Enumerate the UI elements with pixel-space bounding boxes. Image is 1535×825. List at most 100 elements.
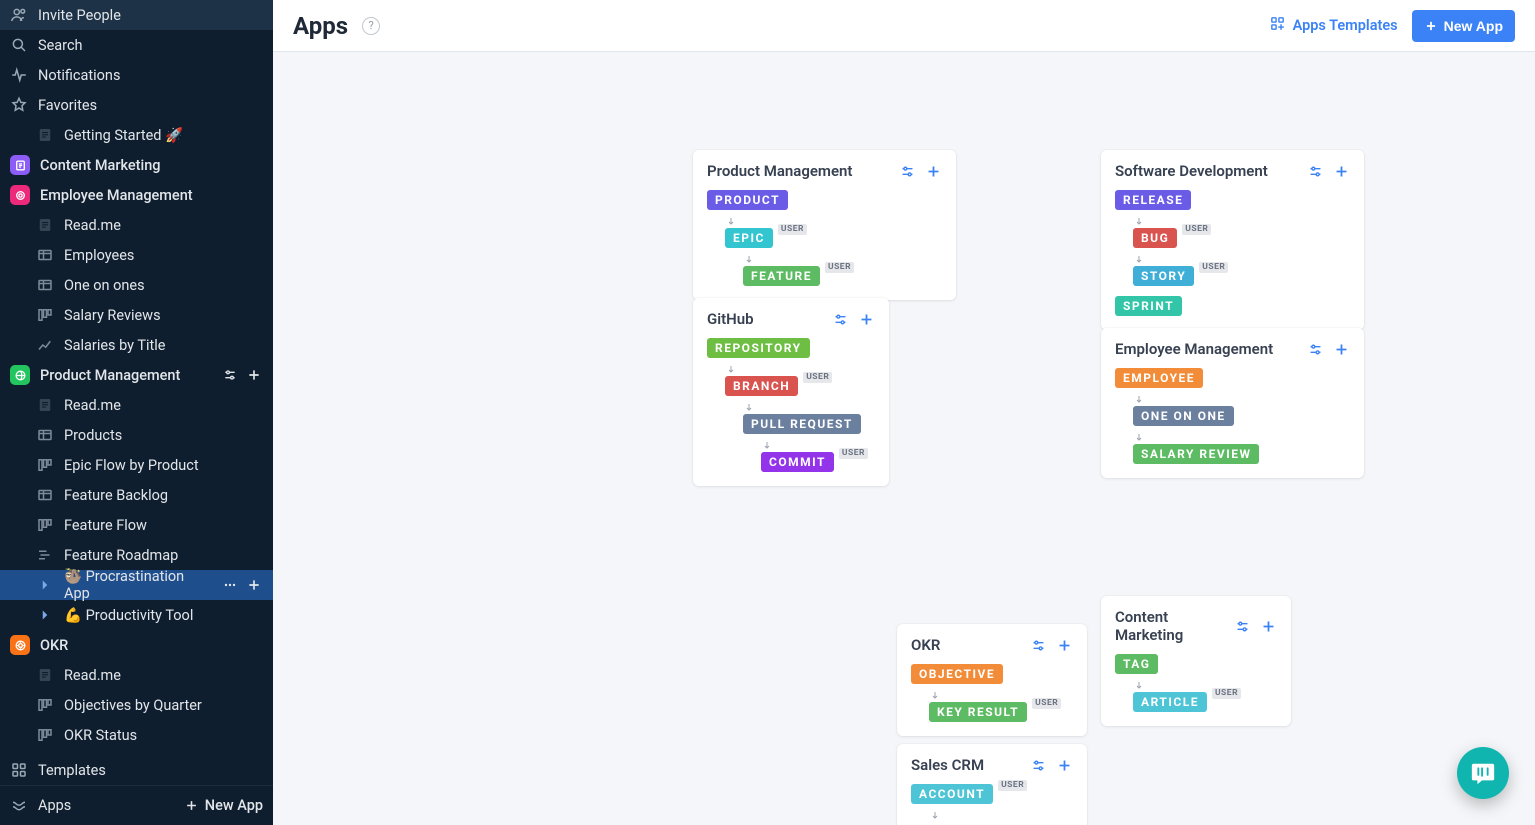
card-github[interactable]: GitHub REPOSITORY BRANCHUSER PULL REQUES… [693, 298, 889, 486]
settings-icon[interactable] [898, 162, 916, 180]
sidebar-content-marketing[interactable]: Content Marketing [0, 150, 273, 180]
tag: ACCOUNT [911, 784, 993, 804]
sidebar-pm-products[interactable]: Products [0, 420, 273, 450]
new-app-button[interactable]: New App [1412, 10, 1515, 42]
sidebar-product-management[interactable]: Product Management [0, 360, 273, 390]
add-icon[interactable] [1332, 162, 1350, 180]
tag: EPIC [725, 228, 773, 248]
settings-icon[interactable] [1306, 162, 1324, 180]
settings-icon[interactable] [221, 366, 239, 384]
card-title: Product Management [707, 162, 852, 180]
sidebar-favorites[interactable]: Favorites [0, 90, 273, 120]
label: Feature Roadmap [64, 547, 178, 564]
more-icon[interactable] [221, 576, 239, 594]
sidebar-em-oneonones[interactable]: One on ones [0, 270, 273, 300]
sidebar-pm-readme[interactable]: Read.me [0, 390, 273, 420]
sidebar-search[interactable]: Search [0, 30, 273, 60]
settings-icon[interactable] [831, 310, 849, 328]
sidebar-pm-epic-flow[interactable]: Epic Flow by Product [0, 450, 273, 480]
label: Salaries by Title [64, 337, 166, 354]
intercom-button[interactable] [1457, 747, 1509, 799]
apps-templates-link[interactable]: Apps Templates [1269, 15, 1398, 36]
card-okr[interactable]: OKR OBJECTIVE KEY RESULTUSER [897, 624, 1087, 736]
templates-icon [1269, 15, 1286, 36]
label: Employees [64, 247, 134, 264]
main: Apps ? Apps Templates New App Product Ma… [273, 0, 1535, 825]
settings-icon[interactable] [1306, 340, 1324, 358]
settings-icon[interactable] [1029, 636, 1047, 654]
topbar: Apps ? Apps Templates New App [273, 0, 1535, 52]
tag: STORY [1133, 266, 1194, 286]
tag: BRANCH [725, 376, 798, 396]
user-badge: USER [839, 448, 868, 459]
add-icon[interactable] [1259, 617, 1277, 635]
sidebar-pm-productivity[interactable]: 💪 Productivity Tool [0, 600, 273, 630]
label: 🦥 Procrastination App [64, 568, 211, 602]
label: Content Marketing [40, 157, 161, 174]
help-icon[interactable]: ? [362, 17, 380, 35]
sidebar-apps[interactable]: Apps New App [0, 785, 273, 825]
sidebar-em-salary-reviews[interactable]: Salary Reviews [0, 300, 273, 330]
canvas[interactable]: Product Management PRODUCT EPICUSER FEAT… [273, 52, 1535, 825]
tag: SPRINT [1115, 296, 1182, 316]
settings-icon[interactable] [1233, 617, 1251, 635]
label: Product Management [40, 367, 180, 384]
sidebar-pm-feature-backlog[interactable]: Feature Backlog [0, 480, 273, 510]
card-content-marketing[interactable]: Content Marketing TAG ARTICLEUSER [1101, 596, 1291, 726]
sidebar-okr-status[interactable]: OKR Status [0, 720, 273, 750]
label: Search [38, 37, 83, 54]
arrow-icon [1133, 394, 1145, 406]
tag: ONE ON ONE [1133, 406, 1234, 426]
database-icon [36, 606, 54, 624]
add-icon[interactable] [245, 576, 263, 594]
add-icon[interactable] [1055, 636, 1073, 654]
arrow-icon [1133, 254, 1145, 266]
sidebar-em-salaries-title[interactable]: Salaries by Title [0, 330, 273, 360]
sidebar-templates[interactable]: Templates [0, 755, 273, 785]
new-app-button[interactable]: New App [184, 797, 263, 814]
card-employee-management[interactable]: Employee Management EMPLOYEE ONE ON ONE … [1101, 328, 1364, 478]
sidebar-okr-readme[interactable]: Read.me [0, 660, 273, 690]
card-software-development[interactable]: Software Development RELEASE BUGUSER STO… [1101, 150, 1364, 330]
add-icon[interactable] [924, 162, 942, 180]
label: Apps Templates [1293, 17, 1398, 34]
add-icon[interactable] [1055, 756, 1073, 774]
tag: OBJECTIVE [911, 664, 1003, 684]
sidebar-pm-feature-roadmap[interactable]: Feature Roadmap [0, 540, 273, 570]
tag: ARTICLE [1133, 692, 1207, 712]
sidebar-pm-feature-flow[interactable]: Feature Flow [0, 510, 273, 540]
arrow-icon [725, 364, 737, 376]
label: Getting Started 🚀 [64, 127, 183, 144]
board-icon [36, 696, 54, 714]
card-title: Software Development [1115, 162, 1268, 180]
sidebar-okr-objectives[interactable]: Objectives by Quarter [0, 690, 273, 720]
sidebar-employee-management[interactable]: Employee Management [0, 180, 273, 210]
sidebar-pm-procrastination[interactable]: 🦥 Procrastination App [0, 570, 273, 600]
sidebar-okr[interactable]: OKR [0, 630, 273, 660]
arrow-icon [761, 440, 773, 452]
sidebar-notifications[interactable]: Notifications [0, 60, 273, 90]
label: Epic Flow by Product [64, 457, 199, 474]
sidebar-invite[interactable]: Invite People [0, 0, 273, 30]
add-icon[interactable] [857, 310, 875, 328]
arrow-icon [1133, 216, 1145, 228]
card-sales-crm[interactable]: Sales CRM ACCOUNTUSER [897, 744, 1087, 825]
board-icon [36, 456, 54, 474]
sidebar-getting-started[interactable]: Getting Started 🚀 [0, 120, 273, 150]
table-icon [36, 486, 54, 504]
settings-icon[interactable] [1029, 756, 1047, 774]
label: Feature Backlog [64, 487, 168, 504]
sidebar-em-employees[interactable]: Employees [0, 240, 273, 270]
card-product-management[interactable]: Product Management PRODUCT EPICUSER FEAT… [693, 150, 956, 300]
tag: PRODUCT [707, 190, 788, 210]
add-icon[interactable] [245, 366, 263, 384]
arrow-icon [1133, 680, 1145, 692]
invite-icon [10, 6, 28, 24]
label: New App [205, 797, 263, 814]
label: OKR [40, 637, 68, 654]
tag: COMMIT [761, 452, 834, 472]
add-icon[interactable] [1332, 340, 1350, 358]
chat-icon [1470, 760, 1496, 786]
search-icon [10, 36, 28, 54]
sidebar-em-readme[interactable]: Read.me [0, 210, 273, 240]
